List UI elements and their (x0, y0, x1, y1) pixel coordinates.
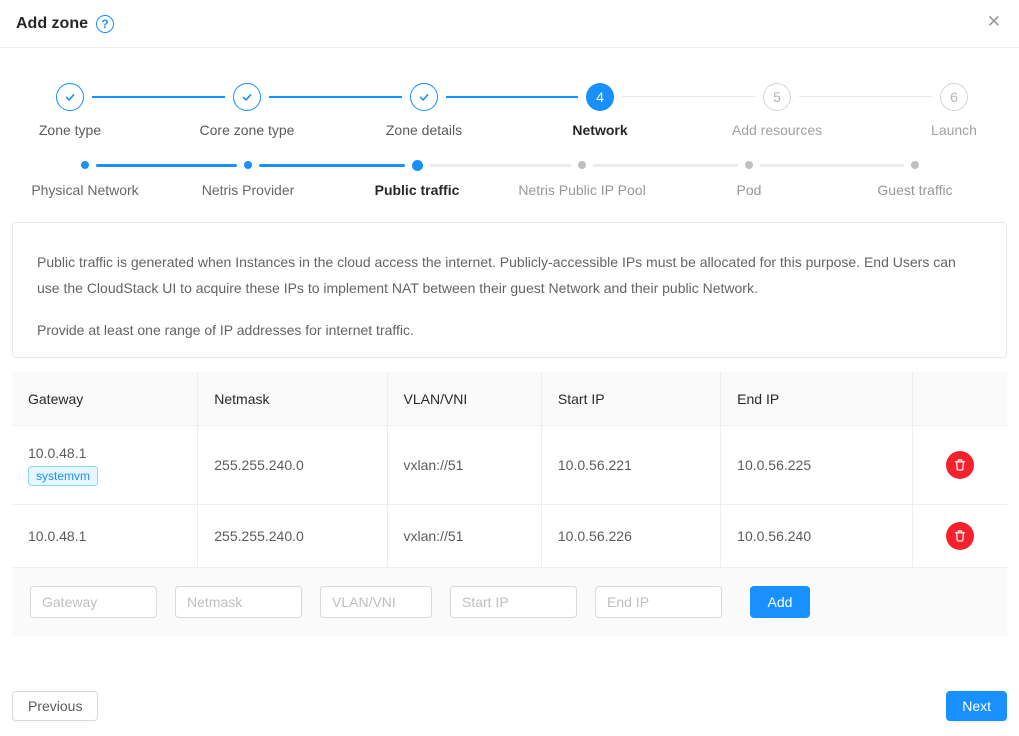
substep-physical-network-label: Physical Network (31, 182, 138, 198)
step-connector (622, 96, 755, 97)
add-button[interactable]: Add (750, 586, 810, 618)
previous-button[interactable]: Previous (12, 691, 98, 721)
substep-connector (96, 164, 237, 167)
vlan-cell: vxlan://51 (388, 505, 542, 567)
substep-pod-dot (745, 161, 753, 169)
delete-row-button[interactable] (946, 451, 974, 479)
start-ip-cell: 10.0.56.226 (542, 505, 721, 567)
column-header-start-ip: Start IP (542, 372, 721, 425)
substep-public-traffic-dot (412, 160, 423, 171)
substep-pod-label: Pod (737, 182, 762, 198)
step-launch-label: Launch (931, 122, 977, 138)
substep-public-traffic-label: Public traffic (375, 182, 460, 198)
column-header-netmask: Netmask (198, 372, 387, 425)
check-icon (417, 90, 431, 104)
gateway-input[interactable] (30, 586, 157, 618)
netmask-cell: 255.255.240.0 (198, 426, 387, 504)
end-ip-input[interactable] (595, 586, 722, 618)
step-network-icon: 4 (586, 83, 614, 111)
netmask-cell: 255.255.240.0 (198, 505, 387, 567)
substep-netris-provider-dot (244, 161, 252, 169)
check-icon (63, 90, 77, 104)
substep-netris-public-ip-pool-dot (578, 161, 586, 169)
column-header-end-ip: End IP (721, 372, 913, 425)
step-number: 5 (773, 89, 781, 105)
substep-netris-public-ip-pool-label: Netris Public IP Pool (518, 182, 645, 198)
column-header-gateway: Gateway (12, 372, 198, 425)
dialog-header: Add zone ? ✕ (0, 0, 1019, 48)
substep-connector (259, 164, 405, 167)
gateway-value: 10.0.48.1 (28, 445, 86, 461)
add-ip-range-form: Add (12, 568, 1007, 636)
step-zone-type-icon (56, 83, 84, 111)
delete-row-button[interactable] (946, 522, 974, 550)
network-substepper: Physical Network Netris Provider Public … (0, 154, 1019, 204)
netmask-input[interactable] (175, 586, 302, 618)
dialog-footer: Previous Next (12, 691, 1007, 721)
step-zone-details-label: Zone details (386, 122, 462, 138)
end-ip-cell: 10.0.56.240 (721, 505, 913, 567)
substep-guest-traffic-dot (911, 161, 919, 169)
step-core-zone-type-label: Core zone type (200, 122, 295, 138)
dialog-title: Add zone (16, 15, 88, 33)
start-ip-cell: 10.0.56.221 (542, 426, 721, 504)
table-header-row: Gateway Netmask VLAN/VNI Start IP End IP (12, 372, 1007, 426)
actions-cell (913, 505, 1007, 567)
step-connector (92, 96, 225, 98)
public-traffic-info-box: Public traffic is generated when Instanc… (12, 222, 1007, 358)
wizard-stepper: 4 5 6 Zone type Core zone type Zone deta… (0, 76, 1019, 142)
step-connector (799, 96, 932, 97)
check-icon (240, 90, 254, 104)
column-header-actions (913, 372, 1007, 425)
step-add-resources-icon: 5 (763, 83, 791, 111)
column-header-vlan-vni: VLAN/VNI (388, 372, 542, 425)
close-icon[interactable]: ✕ (987, 13, 1001, 30)
next-button[interactable]: Next (946, 691, 1007, 721)
systemvm-tag: systemvm (28, 466, 98, 486)
trash-icon (953, 529, 967, 543)
step-number: 4 (596, 89, 604, 105)
add-zone-dialog: Add zone ? ✕ 4 5 6 Zone type Core zone t… (0, 0, 1019, 721)
substep-guest-traffic-label: Guest traffic (877, 182, 952, 198)
gateway-cell: 10.0.48.1 (12, 505, 198, 567)
end-ip-cell: 10.0.56.225 (721, 426, 913, 504)
step-connector (446, 96, 578, 98)
vlan-cell: vxlan://51 (388, 426, 542, 504)
step-number: 6 (950, 89, 958, 105)
substep-connector (593, 164, 738, 167)
step-core-zone-type-icon (233, 83, 261, 111)
step-zone-type-label: Zone type (39, 122, 101, 138)
trash-icon (953, 458, 967, 472)
substep-connector (430, 164, 571, 167)
start-ip-input[interactable] (450, 586, 577, 618)
substep-physical-network-dot (81, 161, 89, 169)
help-icon[interactable]: ? (96, 15, 114, 33)
vlan-vni-input[interactable] (320, 586, 432, 618)
step-network-label: Network (572, 122, 627, 138)
info-paragraph-1: Public traffic is generated when Instanc… (37, 249, 982, 301)
table-row: 10.0.48.1 systemvm 255.255.240.0 vxlan:/… (12, 426, 1007, 505)
ip-range-table: Gateway Netmask VLAN/VNI Start IP End IP… (12, 372, 1007, 636)
step-launch-icon: 6 (940, 83, 968, 111)
actions-cell (913, 426, 1007, 504)
step-connector (269, 96, 402, 98)
step-zone-details-icon (410, 83, 438, 111)
gateway-cell: 10.0.48.1 systemvm (12, 426, 198, 504)
substep-netris-provider-label: Netris Provider (202, 182, 295, 198)
table-row: 10.0.48.1 255.255.240.0 vxlan://51 10.0.… (12, 505, 1007, 568)
info-paragraph-2: Provide at least one range of IP address… (37, 317, 982, 343)
substep-connector (760, 164, 904, 167)
step-add-resources-label: Add resources (732, 122, 822, 138)
